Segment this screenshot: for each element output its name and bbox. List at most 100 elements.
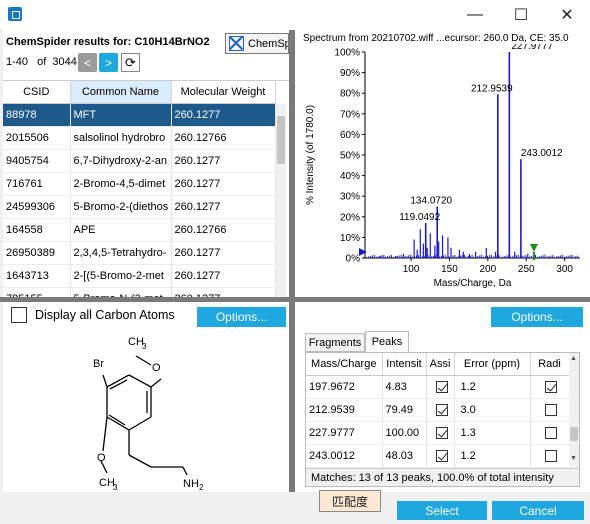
intensity-cell: 4.83 — [382, 375, 427, 399]
csid-cell[interactable]: 164558 — [3, 218, 71, 242]
common-name-cell[interactable]: 6,7-Dihydroxy-2-an — [70, 149, 172, 173]
assigned-cell — [426, 375, 455, 399]
column-intensity[interactable]: Intensit — [382, 353, 427, 376]
molecular-weight-cell[interactable]: 260.1277 — [171, 287, 276, 297]
amine-subscript: 2 — [199, 483, 204, 492]
assigned-checkbox[interactable] — [435, 403, 448, 416]
table-row[interactable]: 24599306 5-Bromo-2-(diethos 260.1277 — [3, 195, 276, 219]
column-radical[interactable]: Radi — [530, 353, 570, 376]
common-name-cell[interactable]: 2,3,4,5-Tetrahydro- — [70, 241, 172, 265]
prev-page-button[interactable]: < — [78, 53, 97, 72]
scroll-up-icon[interactable]: ▲ — [570, 355, 577, 362]
chemspider-button[interactable]: ChemSp — [225, 33, 289, 54]
molecular-weight-cell[interactable]: 260.12766 — [171, 126, 276, 150]
column-csid[interactable]: CSID — [3, 81, 71, 104]
molecular-weight-cell[interactable]: 260.1277 — [171, 195, 276, 219]
csid-cell[interactable]: 1643713 — [3, 264, 71, 288]
molecule-structure: O CH 3 Br O CH 3 NH 2 — [93, 336, 204, 492]
assigned-checkbox[interactable] — [435, 449, 448, 462]
column-molecular-weight[interactable]: Molecular Weight — [171, 81, 276, 104]
y-tick-label: 40% — [340, 171, 360, 182]
molecular-weight-cell[interactable]: 260.1277 — [171, 149, 276, 173]
molecular-weight-cell[interactable]: 260.1277 — [171, 172, 276, 196]
radical-cell — [530, 398, 570, 422]
total-count: 3044 — [52, 56, 77, 68]
next-page-button[interactable]: > — [99, 53, 118, 72]
intensity-cell: 48.03 — [382, 444, 427, 468]
csid-cell[interactable]: 716761 — [3, 172, 71, 196]
common-name-cell[interactable]: 2-Bromo-4,5-dimet — [70, 172, 172, 196]
structure-options-button[interactable]: Options... — [197, 307, 286, 327]
column-common-name[interactable]: Common Name — [70, 81, 172, 104]
minimize-button[interactable]: — — [452, 0, 498, 30]
molecular-weight-cell[interactable]: 260.1277 — [171, 103, 276, 127]
tab-peaks[interactable]: Peaks — [365, 331, 409, 352]
table-row[interactable]: 26950389 2,3,4,5-Tetrahydro- 260.1277 — [3, 241, 276, 265]
csid-cell[interactable]: 26950389 — [3, 241, 71, 265]
peak-label: 212.9539 — [471, 83, 513, 94]
table-row[interactable]: 7851555-Bromo-N-(3-met260.1277 — [3, 287, 276, 297]
table-row[interactable]: 2015506 salsolinol hydrobro 260.12766 — [3, 126, 276, 150]
common-name-cell[interactable]: salsolinol hydrobro — [70, 126, 172, 150]
molecular-weight-cell[interactable]: 260.1277 — [171, 264, 276, 288]
cancel-button[interactable]: Cancel — [492, 501, 584, 520]
results-scrollbar[interactable] — [276, 104, 286, 297]
peak-row[interactable]: 197.9672 4.83 1.2 — [306, 375, 570, 399]
match-score-button[interactable]: 匹配度 — [319, 490, 381, 512]
assigned-cell — [426, 444, 455, 468]
csid-cell[interactable]: 88978 — [3, 103, 71, 127]
close-button[interactable]: ✕ — [544, 0, 590, 30]
results-title: ChemSpider results for: C10H14BrNO2 — [6, 36, 210, 48]
structure-panel: Display all Carbon Atoms Options... O CH… — [3, 302, 289, 492]
peak-row[interactable]: 212.9539 79.49 3.0 — [306, 398, 570, 422]
table-row[interactable]: 88978 MFT 260.1277 — [3, 103, 276, 127]
peaks-options-button[interactable]: Options... — [491, 307, 583, 327]
column-error[interactable]: Error (ppm) — [454, 353, 531, 376]
peaks-scroll-thumb[interactable] — [570, 427, 578, 441]
radical-checkbox[interactable] — [545, 380, 557, 393]
table-row[interactable]: 1643713 2-[(5-Bromo-2-met 260.1277 — [3, 264, 276, 288]
csid-cell[interactable]: 9405754 — [3, 149, 71, 173]
common-name-cell[interactable]: 5-Bromo-2-(diethos — [70, 195, 172, 219]
table-row[interactable]: 9405754 6,7-Dihydroxy-2-an 260.1277 — [3, 149, 276, 173]
scroll-down-icon[interactable]: ▼ — [570, 455, 577, 462]
table-row[interactable]: 164558 APE 260.12766 — [3, 218, 276, 242]
radical-checkbox[interactable] — [545, 449, 557, 462]
radical-checkbox[interactable] — [545, 403, 557, 416]
tab-fragments[interactable]: Fragments — [305, 333, 365, 352]
refresh-button[interactable]: ⟳ — [121, 53, 140, 72]
common-name-cell[interactable]: MFT — [70, 103, 172, 127]
display-all-carbons-checkbox[interactable] — [11, 307, 27, 323]
assigned-checkbox[interactable] — [435, 426, 448, 439]
peak-row[interactable]: 227.9777 100.00 1.3 — [306, 421, 570, 445]
common-name-cell[interactable]: APE — [70, 218, 172, 242]
spectrum-chart[interactable]: 0% 10% 20% 30% 40% 50% 60% 70% 80% 90% 100% 100 150 2… — [295, 44, 590, 297]
peak-row[interactable]: 243.0012 48.03 1.2 — [306, 444, 570, 468]
common-name-cell[interactable]: 5-Bromo-N-(3-met — [70, 287, 172, 297]
select-button[interactable]: Select — [397, 501, 487, 520]
axis-arrow-icon — [359, 248, 367, 256]
csid-cell[interactable]: 785155 — [3, 287, 71, 297]
radical-checkbox[interactable] — [545, 426, 557, 439]
csid-cell[interactable]: 24599306 — [3, 195, 71, 219]
x-tick-label: 100 — [403, 264, 420, 275]
table-row[interactable]: 716761 2-Bromo-4,5-dimet 260.1277 — [3, 172, 276, 196]
maximize-button[interactable]: ☐ — [498, 0, 544, 30]
molecular-weight-cell[interactable]: 260.1277 — [171, 241, 276, 265]
y-tick-label: 10% — [340, 233, 360, 244]
csid-cell[interactable]: 2015506 — [3, 126, 71, 150]
assigned-checkbox[interactable] — [435, 380, 448, 393]
error-cell: 1.2 — [454, 375, 531, 399]
radical-cell — [530, 375, 570, 399]
range-label: 1-40 — [6, 56, 29, 68]
results-scroll-thumb[interactable] — [277, 116, 285, 164]
peak-label: 227.9777 — [511, 44, 553, 52]
peaks-scrollbar[interactable]: ▲ ▼ — [569, 353, 579, 468]
spectrum-title: Spectrum from 20210702.wiff ...ecursor: … — [303, 33, 569, 44]
common-name-cell[interactable]: 2-[(5-Bromo-2-met — [70, 264, 172, 288]
y-tick-label: 100% — [334, 48, 360, 59]
molecular-weight-cell[interactable]: 260.12766 — [171, 218, 276, 242]
column-assigned[interactable]: Assi — [426, 353, 455, 376]
y-tick-label: 80% — [340, 89, 360, 100]
column-mass-charge[interactable]: Mass/Charge — [306, 353, 383, 376]
